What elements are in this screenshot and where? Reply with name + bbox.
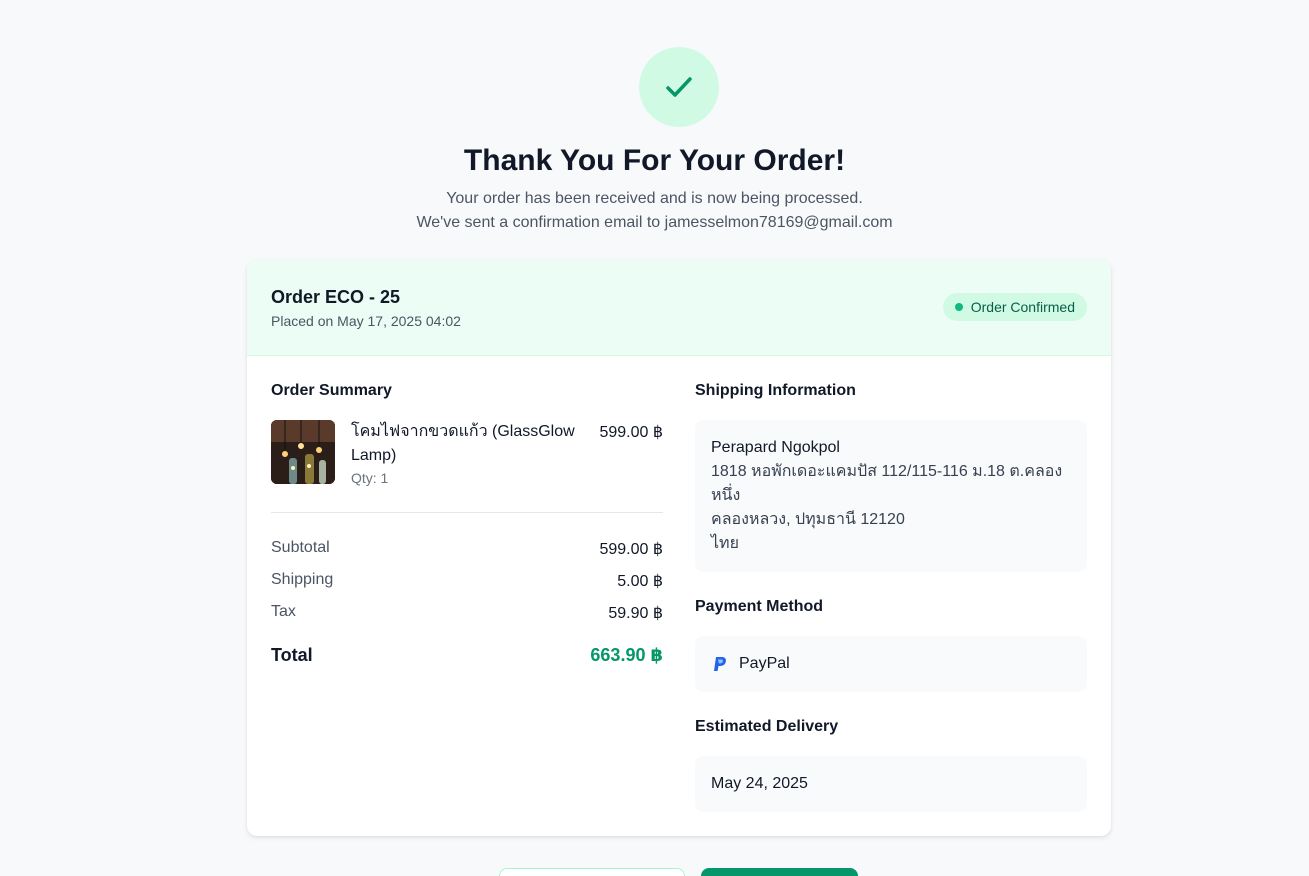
check-icon [666, 77, 692, 97]
order-confirmation-page: Thank You For Your Order! Your order has… [0, 0, 1309, 876]
product-price: 599.00 ฿ [599, 424, 663, 441]
order-card: Order ECO - 25 Placed on May 17, 2025 04… [247, 260, 1111, 836]
tax-label: Tax [271, 603, 296, 620]
estimated-delivery-title: Estimated Delivery [695, 718, 839, 735]
summary-divider [271, 512, 663, 513]
total-value: 663.90 ฿ [590, 645, 663, 665]
order-header: Order ECO - 25 Placed on May 17, 2025 04… [247, 260, 1111, 356]
subtotal-value: 599.00 ฿ [599, 541, 663, 558]
shipping-address-box: Perapard Ngokpol 1818 หอพักเดอะแคมปัส 11… [695, 420, 1087, 572]
subtotal-label: Subtotal [271, 539, 330, 556]
paypal-icon [714, 657, 726, 671]
shipping-label: Shipping [271, 571, 334, 588]
address-country: ไทย [711, 535, 739, 552]
product-image[interactable] [271, 420, 335, 484]
address-line-1: 1818 หอพักเดอะแคมปัส 112/115-116 ม.18 ต.… [711, 463, 1063, 504]
email-confirmation-message: We've sent a confirmation email to james… [416, 214, 893, 231]
payment-method-title: Payment Method [695, 598, 824, 615]
order-date: Placed on May 17, 2025 04:02 [271, 313, 461, 329]
delivery-date: May 24, 2025 [711, 775, 808, 792]
tax-value: 59.90 ฿ [608, 605, 663, 622]
delivery-date-box: May 24, 2025 [695, 756, 1087, 812]
processing-message: Your order has been received and is now … [446, 190, 863, 207]
total-row: Total 663.90 ฿ [271, 645, 663, 666]
product-name[interactable]: โคมไฟจากขวดแก้ว (GlassGlow Lamp) [351, 420, 581, 468]
payment-method-label: PayPal [739, 655, 790, 672]
page-title: Thank You For Your Order! [463, 144, 846, 177]
primary-action-button[interactable] [701, 868, 858, 876]
lamp-image-icon [271, 420, 335, 484]
tax-row: Tax 59.90 ฿ [271, 603, 663, 623]
total-label: Total [271, 645, 313, 665]
subtotal-row: Subtotal 599.00 ฿ [271, 539, 663, 559]
recipient-name: Perapard Ngokpol [711, 439, 840, 456]
status-badge: Order Confirmed [942, 293, 1087, 321]
address-line-2: คลองหลวง, ปทุมธานี 12120 [711, 511, 905, 528]
shipping-value: 5.00 ฿ [617, 573, 663, 590]
shipping-row: Shipping 5.00 ฿ [271, 571, 663, 591]
order-summary-title: Order Summary [271, 382, 392, 399]
product-quantity: Qty: 1 [351, 470, 389, 486]
payment-method-box: PayPal [695, 636, 1087, 692]
status-dot-icon [954, 303, 963, 311]
success-badge [639, 47, 719, 127]
shipping-info-title: Shipping Information [695, 382, 856, 399]
secondary-action-button[interactable] [499, 868, 685, 876]
order-id: Order ECO - 25 [271, 287, 401, 307]
status-label: Order Confirmed [970, 299, 1075, 315]
